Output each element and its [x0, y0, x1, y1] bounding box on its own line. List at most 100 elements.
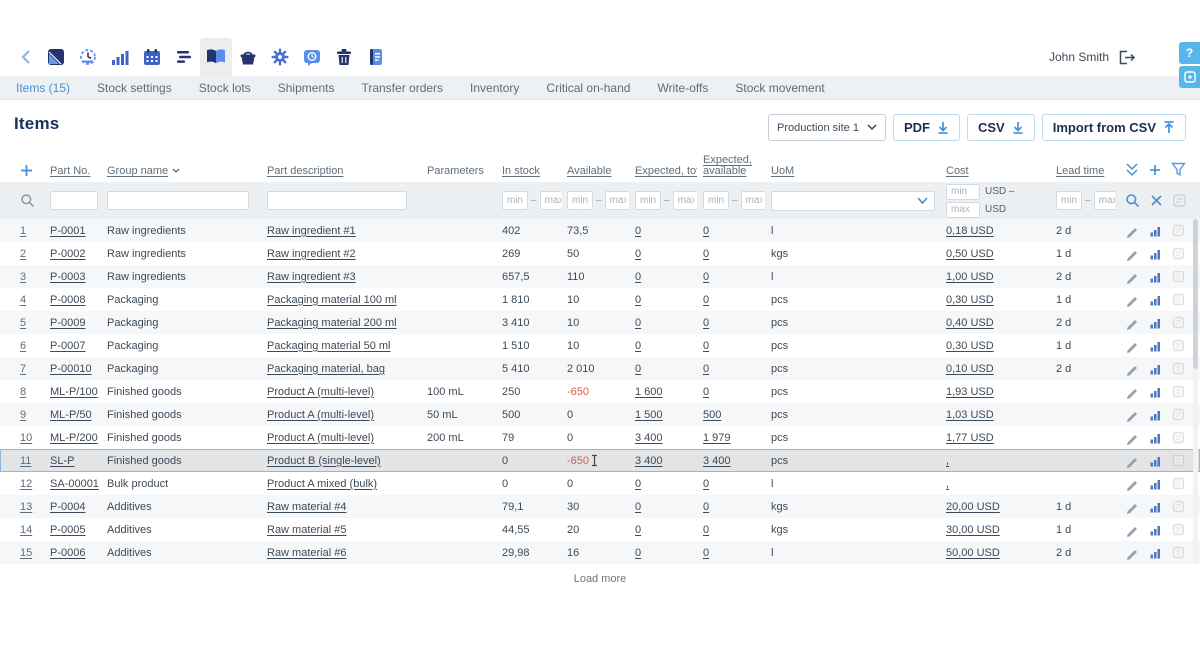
- filter-expected-total-min[interactable]: [635, 191, 661, 210]
- tab-transfer-orders[interactable]: Transfer orders: [361, 81, 443, 95]
- part-no-link[interactable]: SA-00001: [50, 478, 99, 490]
- row-number-link[interactable]: 1: [20, 225, 26, 237]
- header-part-description[interactable]: Part description: [267, 165, 343, 177]
- filter-group-name-input[interactable]: [107, 191, 249, 210]
- cost-link[interactable]: 1,93 USD: [946, 386, 994, 398]
- calendar-icon[interactable]: [136, 38, 168, 76]
- table-row[interactable]: 11 SL-P Finished goods Product B (single…: [0, 449, 1200, 472]
- table-row[interactable]: 13 P-0004 Additives Raw material #4 79,1…: [0, 495, 1200, 518]
- apply-search-icon[interactable]: [1125, 193, 1140, 208]
- row-number-link[interactable]: 6: [20, 340, 26, 352]
- expected-total-link[interactable]: 0: [635, 547, 641, 559]
- row-number-link[interactable]: 2: [20, 248, 26, 260]
- cost-link[interactable]: 0,40 USD: [946, 317, 994, 329]
- expected-available-link[interactable]: 0: [703, 363, 709, 375]
- copy-item-icon[interactable]: [1172, 270, 1185, 283]
- statistics-chart-icon[interactable]: [1149, 224, 1162, 237]
- expected-total-link[interactable]: 3 400: [635, 455, 663, 467]
- expected-total-link[interactable]: 0: [635, 501, 641, 513]
- part-description-link[interactable]: Packaging material 50 ml: [267, 340, 391, 352]
- row-number-link[interactable]: 15: [20, 547, 32, 559]
- part-no-link[interactable]: P-0001: [50, 225, 85, 237]
- expected-available-link[interactable]: 0: [703, 294, 709, 306]
- row-number-link[interactable]: 4: [20, 294, 26, 306]
- expected-available-link[interactable]: 0: [703, 271, 709, 283]
- row-number-link[interactable]: 7: [20, 363, 26, 375]
- expected-total-link[interactable]: 0: [635, 524, 641, 536]
- statistics-chart-icon[interactable]: [1149, 431, 1162, 444]
- edit-pencil-icon[interactable]: [1125, 293, 1139, 307]
- vertical-scrollbar[interactable]: [1193, 219, 1198, 564]
- filter-in-stock-min[interactable]: [502, 191, 528, 210]
- expected-available-link[interactable]: 500: [703, 409, 721, 421]
- row-number-link[interactable]: 9: [20, 409, 26, 421]
- tab-write-offs[interactable]: Write-offs: [657, 81, 708, 95]
- expected-available-link[interactable]: 0: [703, 478, 709, 490]
- feedback-button[interactable]: [1179, 66, 1200, 88]
- part-description-link[interactable]: Product B (single-level): [267, 455, 381, 467]
- trash-bin-icon[interactable]: [328, 38, 360, 76]
- statistics-chart-icon[interactable]: [1149, 247, 1162, 260]
- header-expected-total[interactable]: Expected, total: [635, 165, 697, 177]
- edit-pencil-icon[interactable]: [1125, 224, 1139, 238]
- statistics-chart-icon[interactable]: [1149, 385, 1162, 398]
- row-number-link[interactable]: 14: [20, 524, 32, 536]
- cost-link[interactable]: 0,18 USD: [946, 225, 994, 237]
- header-group-name[interactable]: Group name: [107, 165, 168, 177]
- edit-pencil-icon[interactable]: [1125, 408, 1139, 422]
- header-cost[interactable]: Cost: [946, 165, 969, 177]
- stock-book-icon[interactable]: [200, 38, 232, 76]
- part-description-link[interactable]: Raw material #6: [267, 547, 346, 559]
- edit-pencil-icon[interactable]: [1125, 247, 1139, 261]
- cost-link[interactable]: ,: [946, 455, 949, 467]
- statistics-chart-icon[interactable]: [1149, 316, 1162, 329]
- expected-available-link[interactable]: 0: [703, 524, 709, 536]
- expected-available-link[interactable]: 3 400: [703, 455, 731, 467]
- part-description-link[interactable]: Raw ingredient #3: [267, 271, 356, 283]
- row-number-link[interactable]: 3: [20, 271, 26, 283]
- filter-lead-time-max[interactable]: [1094, 191, 1115, 210]
- tab-critical-on-hand[interactable]: Critical on-hand: [546, 81, 630, 95]
- part-no-link[interactable]: P-0006: [50, 547, 85, 559]
- expected-available-link[interactable]: 0: [703, 340, 709, 352]
- table-row[interactable]: 12 SA-00001 Bulk product Product A mixed…: [0, 472, 1200, 495]
- statistics-chart-icon[interactable]: [1149, 546, 1162, 559]
- statistics-chart-icon[interactable]: [1149, 408, 1162, 421]
- filter-part-no-input[interactable]: [50, 191, 98, 210]
- part-description-link[interactable]: Raw ingredient #2: [267, 248, 356, 260]
- dashboard-tile-icon[interactable]: [40, 38, 72, 76]
- statistics-icon[interactable]: [104, 38, 136, 76]
- part-description-link[interactable]: Packaging material, bag: [267, 363, 385, 375]
- saved-filter-icon[interactable]: [1173, 194, 1186, 207]
- table-row[interactable]: 14 P-0005 Additives Raw material #5 44,5…: [0, 518, 1200, 541]
- filter-available-max[interactable]: [605, 191, 629, 210]
- help-button[interactable]: ?: [1179, 42, 1200, 64]
- part-no-link[interactable]: ML-P/100: [50, 386, 98, 398]
- filter-uom-select[interactable]: [771, 191, 935, 211]
- row-number-link[interactable]: 10: [20, 432, 32, 444]
- header-uom[interactable]: UoM: [771, 165, 794, 177]
- header-available[interactable]: Available: [567, 165, 611, 177]
- part-description-link[interactable]: Raw material #5: [267, 524, 346, 536]
- expected-total-link[interactable]: 1 600: [635, 386, 663, 398]
- row-number-link[interactable]: 12: [20, 478, 32, 490]
- expected-total-link[interactable]: 0: [635, 248, 641, 260]
- copy-item-icon[interactable]: [1172, 477, 1185, 490]
- row-number-link[interactable]: 13: [20, 501, 32, 513]
- expected-total-link[interactable]: 0: [635, 478, 641, 490]
- part-no-link[interactable]: P-0005: [50, 524, 85, 536]
- cost-link[interactable]: 1,77 USD: [946, 432, 994, 444]
- part-description-link[interactable]: Product A (multi-level): [267, 432, 374, 444]
- row-number-link[interactable]: 8: [20, 386, 26, 398]
- filter-expected-total-max[interactable]: [673, 191, 697, 210]
- statistics-chart-icon[interactable]: [1149, 270, 1162, 283]
- part-no-link[interactable]: P-00010: [50, 363, 92, 375]
- copy-item-icon[interactable]: [1172, 385, 1185, 398]
- tab-items-15[interactable]: Items (15): [16, 81, 70, 95]
- header-part-no[interactable]: Part No.: [50, 165, 90, 177]
- site-selector[interactable]: Production site 1: [768, 114, 886, 141]
- expected-available-link[interactable]: 1 979: [703, 432, 731, 444]
- tab-stock-settings[interactable]: Stock settings: [97, 81, 172, 95]
- statistics-chart-icon[interactable]: [1149, 477, 1162, 490]
- expected-available-link[interactable]: 0: [703, 248, 709, 260]
